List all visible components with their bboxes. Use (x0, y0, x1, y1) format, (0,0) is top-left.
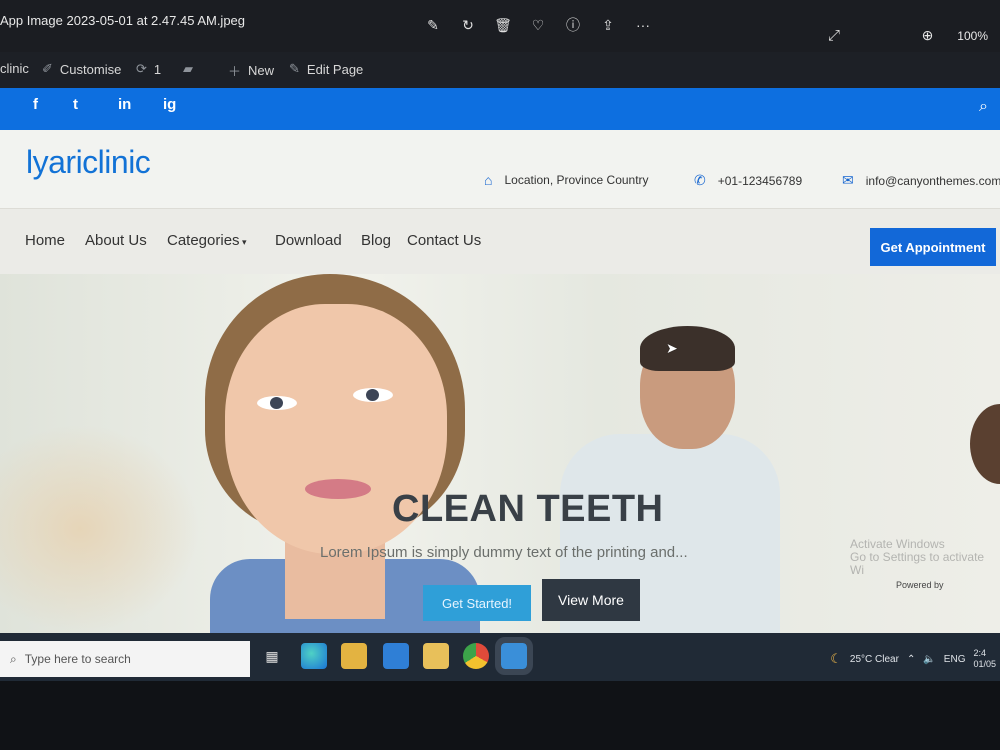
social-bar: f t in ig ⌕ (0, 88, 1000, 130)
moon-icon: ☾ (830, 651, 842, 666)
hero-edge-figure (970, 404, 1000, 484)
chrome-icon[interactable] (463, 643, 489, 669)
site-header: lyariclinic ⌂ Location, Province Country… (0, 130, 1000, 208)
phone-text: +01-123456789 (717, 173, 803, 188)
activate-windows-watermark: Activate Windows Go to Settings to activ… (850, 538, 1000, 577)
zoom-icon[interactable]: ⊕ (922, 27, 934, 44)
phone-icon: ✆ (694, 172, 706, 188)
pencil-icon: ✎ (289, 61, 300, 76)
viewer-file-title: App Image 2023-05-01 at 2.47.45 AM.jpeg (0, 13, 246, 28)
home-icon: ⌂ (484, 172, 493, 188)
clock-time: 2:4 (973, 648, 986, 658)
photo-viewer-toolbar: App Image 2023-05-01 at 2.47.45 AM.jpeg … (0, 0, 1000, 52)
language-indicator[interactable]: ENG (944, 654, 966, 665)
nav-contact[interactable]: Contact Us (407, 232, 481, 249)
task-view-icon[interactable]: ▦ (259, 643, 285, 669)
woman-left-eye (257, 396, 297, 410)
clock[interactable]: 2:4 01/05 (973, 648, 996, 670)
taskbar-search-placeholder: Type here to search (24, 652, 131, 666)
photos-icon[interactable] (495, 637, 533, 675)
store-icon[interactable] (423, 643, 449, 669)
nav-about[interactable]: About Us (85, 232, 147, 249)
admin-site-label: clinic (0, 61, 29, 76)
website: f t in ig ⌕ lyariclinic ⌂ Location, Prov… (0, 88, 1000, 633)
main-navigation: Home About Us Categories ▾ Download Blog… (0, 208, 1000, 274)
weather-text[interactable]: 25°C Clear (850, 654, 899, 665)
woman-right-eye (353, 388, 393, 402)
zoom-level: 100% (957, 28, 988, 43)
share-icon[interactable]: ⇪ (599, 16, 617, 34)
site-logo[interactable]: lyariclinic (26, 144, 151, 181)
screen: App Image 2023-05-01 at 2.47.45 AM.jpeg … (0, 0, 1000, 750)
admin-site-link[interactable]: clinic (0, 61, 29, 76)
nav-home[interactable]: Home (25, 232, 65, 249)
linkedin-icon[interactable]: in (118, 96, 131, 113)
viewer-tools: ✎ ↻ 🗑 ♡ ⓘ ⇪ ··· (424, 16, 652, 34)
windows-taskbar: ⌕ Type here to search ▦ ☾ 25°C Clear ⌃ 🔈… (0, 633, 1000, 681)
envelope-icon: ✉ (842, 172, 854, 188)
man-figure-hair (640, 326, 735, 371)
twitter-icon[interactable]: t (73, 96, 78, 113)
brush-icon: ✐ (42, 61, 53, 76)
admin-updates-count: 1 (153, 61, 162, 77)
hero-banner: ➤ CLEAN TEETH Lorem Ipsum is simply dumm… (0, 274, 1000, 633)
nav-download[interactable]: Download (275, 232, 342, 249)
admin-new-label: New (248, 63, 275, 78)
rotate-icon[interactable]: ↻ (459, 16, 477, 34)
volume-icon[interactable]: 🔈 (923, 654, 935, 665)
more-icon[interactable]: ··· (634, 16, 652, 34)
monitor-bezel (0, 681, 1000, 750)
mouse-cursor-icon: ➤ (666, 340, 678, 356)
email-info: ✉ info@canyonthemes.com (842, 172, 1000, 189)
system-tray: ☾ 25°C Clear ⌃ 🔈 ENG 2:4 01/05 (830, 648, 996, 670)
watermark-line-2: Go to Settings to activate Wi (850, 550, 985, 577)
view-more-button[interactable]: View More (542, 579, 640, 621)
search-icon[interactable]: ⌕ (979, 98, 988, 116)
clock-date: 01/05 (973, 659, 996, 669)
hero-bg-blur (0, 424, 200, 633)
edit-icon[interactable]: ✎ (424, 16, 442, 34)
get-started-button[interactable]: Get Started! (423, 585, 531, 621)
admin-edit-page-link[interactable]: ✎ Edit Page (289, 61, 363, 77)
facebook-icon[interactable]: f (33, 96, 38, 113)
location-info: ⌂ Location, Province Country (484, 172, 649, 188)
file-explorer-icon[interactable] (341, 643, 367, 669)
chevron-down-icon: ▾ (239, 237, 247, 247)
nav-categories[interactable]: Categories ▾ (167, 232, 247, 249)
expand-icon[interactable]: ⤢ (828, 27, 840, 44)
email-text: info@canyonthemes.com (865, 173, 1000, 188)
phone-info: ✆ +01-123456789 (694, 172, 802, 189)
refresh-icon: ⟳ (136, 61, 147, 76)
powered-by: Powered by (896, 580, 944, 590)
chevron-up-icon[interactable]: ⌃ (907, 654, 915, 665)
instagram-icon[interactable]: ig (163, 96, 176, 113)
get-appointment-button[interactable]: Get Appointment (870, 228, 996, 266)
info-icon[interactable]: ⓘ (564, 16, 582, 34)
woman-lips (305, 479, 371, 499)
hero-title: CLEAN TEETH (392, 488, 664, 530)
admin-new-link[interactable]: ＋ New (228, 61, 274, 80)
admin-customise-label: Customise (59, 61, 122, 77)
nav-blog[interactable]: Blog (361, 232, 391, 249)
plus-icon: ＋ (228, 64, 242, 79)
favorite-icon[interactable]: ♡ (529, 16, 547, 34)
wp-admin-bar: clinic ✐ Customise ⟳ 1 ▰ ＋ New ✎ Edit Pa… (0, 52, 1000, 88)
taskbar-search-box[interactable]: ⌕ Type here to search (0, 641, 250, 677)
admin-updates-link[interactable]: ⟳ 1 (136, 61, 161, 77)
mail-icon[interactable] (383, 643, 409, 669)
admin-customise-link[interactable]: ✐ Customise (42, 61, 121, 77)
admin-edit-page-label: Edit Page (306, 61, 364, 77)
location-text: Location, Province Country (504, 173, 649, 187)
viewer-zoom: ⊕ 100% (922, 27, 988, 44)
admin-comments-link[interactable]: ▰ (183, 61, 193, 77)
hero-subtitle: Lorem Ipsum is simply dummy text of the … (320, 544, 688, 561)
delete-icon[interactable]: 🗑 (494, 16, 512, 34)
search-icon: ⌕ (10, 651, 17, 666)
comment-icon: ▰ (183, 61, 193, 76)
nav-categories-label: Categories (167, 232, 240, 249)
edge-icon[interactable] (301, 643, 327, 669)
